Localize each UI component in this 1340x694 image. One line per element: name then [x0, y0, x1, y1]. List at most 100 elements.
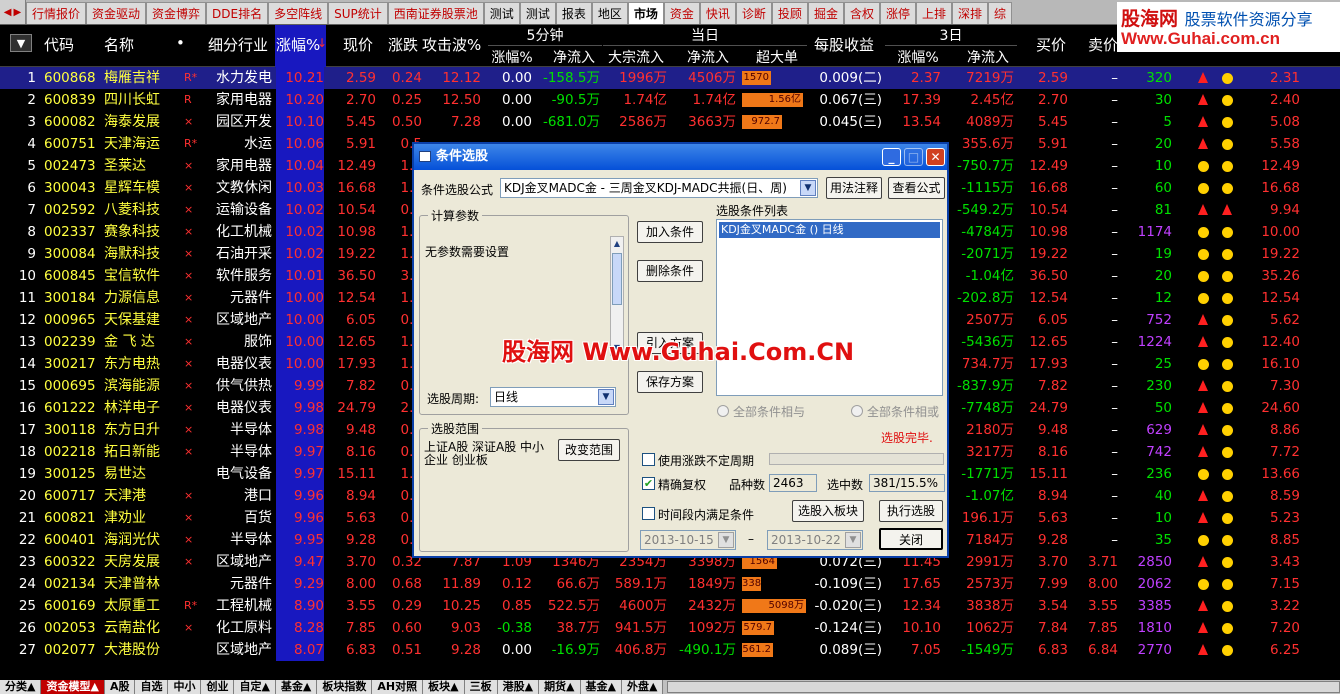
col-3d-inflow[interactable]: 净流入	[960, 47, 1016, 67]
view-formula-button[interactable]: 查看公式	[888, 177, 945, 199]
bottom-tab-11[interactable]: 三板	[464, 680, 498, 694]
condition-list[interactable]: KDJ金叉MADC金 () 日线	[716, 219, 943, 396]
bottom-tab-1[interactable]: 资金模型▲	[41, 680, 105, 694]
exact-rights-checkbox[interactable]: ✔	[642, 477, 655, 490]
bottom-tab-13[interactable]: 期货▲	[539, 680, 581, 694]
bottom-tab-7[interactable]: 基金▲	[275, 680, 318, 694]
to-block-button[interactable]: 选股入板块	[792, 500, 864, 522]
col-3d-pct[interactable]: 涨幅%	[893, 47, 943, 67]
top-tab-16[interactable]: 掘金	[807, 2, 844, 24]
top-tab-19[interactable]: 上排	[915, 2, 952, 24]
top-tab-3[interactable]: DDE排名	[206, 2, 269, 24]
table-row[interactable]: 24 002134 天津普林 元器件 9.29 8.00 0.68 11.89 0.12 66.6…	[0, 573, 1340, 595]
table-row[interactable]: 26 002053 云南盐化 × 化工原料 8.28 7.85 0.60 9.03 -0.38 38…	[0, 617, 1340, 639]
top-tab-6[interactable]: 西南证券股票池	[387, 2, 484, 24]
col-attack-wave[interactable]: 攻击波%	[422, 34, 481, 55]
yellow-dot-icon	[1222, 161, 1233, 172]
col-5min-pct[interactable]: 涨幅%	[490, 47, 534, 67]
execute-select-button[interactable]: 执行选股	[879, 500, 943, 522]
bottom-tab-0[interactable]: 分类▲	[0, 680, 42, 694]
top-tab-18[interactable]: 涨停	[879, 2, 916, 24]
cell-code: 600868	[44, 70, 96, 86]
chevron-down-icon[interactable]: ▼	[800, 180, 816, 196]
table-row[interactable]: 1 600868 梅雁吉祥 R* 水力发电 10.21 2.59 0.24 12.12 0.00-…	[0, 67, 1340, 89]
top-tab-4[interactable]: 多空阵线	[268, 2, 329, 24]
col-code[interactable]: 代码	[44, 34, 74, 55]
bottom-tab-8[interactable]: 板块指数	[317, 680, 373, 694]
top-tab-10[interactable]: 地区	[591, 2, 628, 24]
col-change-pct[interactable]: 涨幅%	[276, 34, 320, 55]
arrow-left-icon[interactable]: ◀	[4, 7, 12, 18]
top-tab-8[interactable]: 测试	[519, 2, 556, 24]
radio-and[interactable]	[717, 405, 729, 417]
arrow-right-icon[interactable]: ▶	[14, 7, 22, 18]
bottom-tab-3[interactable]: 自选	[135, 680, 169, 694]
top-tab-1[interactable]: 资金驱动	[86, 2, 147, 24]
col-bid[interactable]: 买价	[1036, 34, 1066, 55]
top-tab-5[interactable]: SUP统计	[328, 2, 388, 24]
tab-scroll-arrows[interactable]: ◀ ▶	[0, 0, 26, 24]
uncertain-period-checkbox[interactable]	[642, 453, 655, 466]
table-row[interactable]: 25 600169 太原重工 R* 工程机械 8.90 3.55 0.29 10.25 0.85 5…	[0, 595, 1340, 617]
horizontal-scrollbar[interactable]	[667, 681, 1340, 693]
usage-notes-button[interactable]: 用法注释	[826, 177, 882, 199]
formula-select[interactable]: KDJ金叉MADC金 - 三周金叉KDJ-MADC共振(日、周) ▼	[500, 178, 818, 198]
radio-or[interactable]	[851, 405, 863, 417]
table-row[interactable]: 2 600839 四川长虹 R 家用电器 10.20 2.70 0.25 12.50 0.00 -9…	[0, 89, 1340, 111]
top-tab-11[interactable]: 市场	[627, 2, 664, 24]
close-button[interactable]: 关闭	[879, 528, 943, 550]
condition-list-item[interactable]: KDJ金叉MADC金 () 日线	[719, 222, 940, 238]
top-tab-13[interactable]: 快讯	[699, 2, 736, 24]
add-condition-button[interactable]: 加入条件	[637, 221, 703, 243]
table-row[interactable]: 27 002077 大港股份 区域地产 8.07 6.83 0.51 9.28 0.00 -16.…	[0, 639, 1340, 661]
col-ask[interactable]: 卖价	[1088, 34, 1118, 55]
bottom-tab-12[interactable]: 港股▲	[497, 680, 540, 694]
top-tab-15[interactable]: 投顾	[771, 2, 808, 24]
col-5min-inflow[interactable]: 净流入	[548, 47, 600, 67]
bottom-tab-4[interactable]: 中小	[168, 680, 202, 694]
top-tab-12[interactable]: 资金	[663, 2, 700, 24]
top-tab-20[interactable]: 深排	[952, 2, 989, 24]
bottom-tab-2[interactable]: A股	[104, 680, 136, 694]
col-change[interactable]: 涨跌	[388, 34, 418, 55]
col-eps[interactable]: 每股收益	[814, 34, 874, 55]
col-name[interactable]: 名称	[104, 34, 134, 55]
bottom-tab-15[interactable]: 外盘▲	[622, 680, 664, 694]
sort-desc-icon[interactable]: ↓	[317, 36, 327, 50]
change-range-button[interactable]: 改变范围	[558, 439, 620, 461]
cell-net: 3663万	[688, 114, 736, 130]
col-block-inflow[interactable]: 大宗流入	[603, 47, 669, 67]
bottom-tab-9[interactable]: AH对照	[372, 680, 424, 694]
chevron-down-icon[interactable]: ▼	[598, 389, 614, 405]
bottom-tab-5[interactable]: 创业	[201, 680, 235, 694]
column-menu-button[interactable]: ▼	[10, 34, 32, 52]
cell-vol: 742	[1146, 444, 1172, 460]
top-tab-7[interactable]: 测试	[483, 2, 520, 24]
bottom-tab-10[interactable]: 板块▲	[423, 680, 465, 694]
save-plan-button[interactable]: 保存方案	[637, 371, 703, 393]
bottom-tab-6[interactable]: 自定▲	[234, 680, 276, 694]
top-tab-2[interactable]: 资金博弈	[146, 2, 207, 24]
bottom-tab-14[interactable]: 基金▲	[580, 680, 622, 694]
yellow-dot-icon	[1198, 535, 1209, 546]
scroll-thumb[interactable]	[612, 253, 622, 305]
top-tab-0[interactable]: 行情报价	[26, 2, 87, 24]
col-super-order[interactable]: 超大单	[748, 47, 806, 67]
col-industry[interactable]: 细分行业	[208, 34, 268, 55]
table-row[interactable]: 3 600082 海泰发展 × 园区开发 10.10 5.45 0.50 7.28 0.00 -68…	[0, 111, 1340, 133]
top-tab-14[interactable]: 诊断	[735, 2, 772, 24]
date-from-value: 2013-10-15	[644, 533, 714, 547]
top-tab-21[interactable]: 综	[988, 2, 1013, 24]
scroll-up-icon[interactable]: ▲	[611, 237, 623, 251]
top-tab-17[interactable]: 含权	[843, 2, 880, 24]
top-tab-9[interactable]: 报表	[555, 2, 592, 24]
minimize-icon[interactable]: _	[882, 148, 901, 166]
delete-condition-button[interactable]: 删除条件	[637, 260, 703, 282]
col-price[interactable]: 现价	[343, 34, 373, 55]
time-period-checkbox[interactable]	[642, 507, 655, 520]
cell-no: 10	[18, 268, 36, 284]
period-select[interactable]: 日线 ▼	[490, 387, 616, 407]
dialog-title-bar[interactable]: 条件选股 _ □ ✕	[414, 144, 947, 170]
col-today-inflow[interactable]: 净流入	[680, 47, 736, 67]
close-icon[interactable]: ✕	[926, 148, 945, 166]
